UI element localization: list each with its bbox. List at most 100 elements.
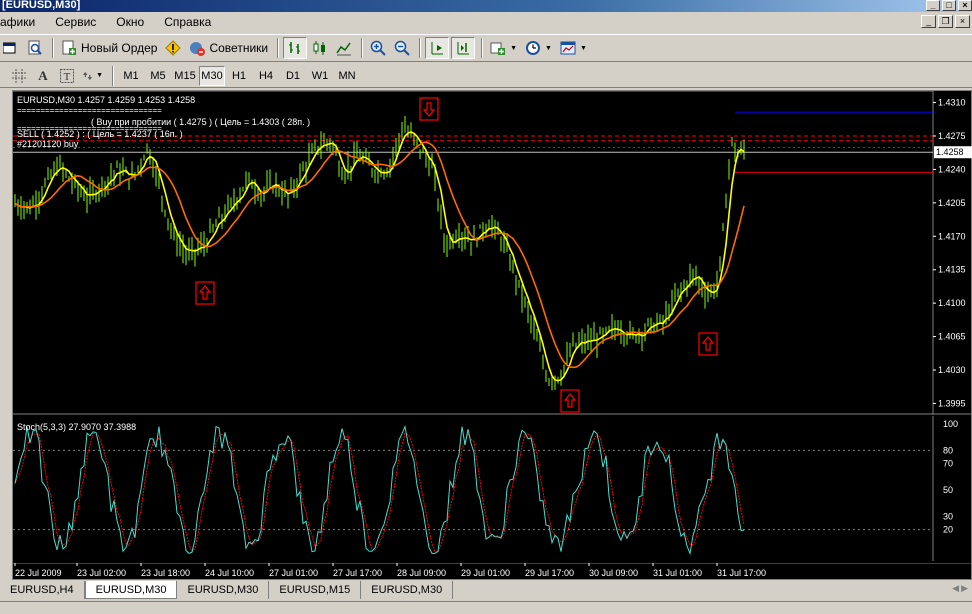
timeframe-h4-button[interactable]: H4 — [253, 66, 279, 86]
mdi-close-button[interactable]: × — [955, 15, 970, 28]
close-button[interactable]: × — [958, 0, 972, 11]
horizontal-line-button[interactable] — [8, 65, 30, 87]
line-chart-button[interactable] — [333, 37, 355, 59]
zoom-out-button[interactable] — [391, 37, 413, 59]
timeframe-mn-button[interactable]: MN — [334, 66, 360, 86]
mdi-minimize-button[interactable]: _ — [921, 15, 936, 28]
metaeditor-button[interactable] — [162, 37, 184, 59]
date-tick-label: 29 Jul 17:00 — [525, 568, 574, 578]
toolbar-separator — [277, 38, 280, 58]
tab-scroll-right-icon[interactable]: ▶ — [961, 583, 968, 594]
svg-text:T: T — [64, 71, 71, 83]
chart-tab[interactable]: EURUSD,M30 — [177, 581, 270, 599]
bar-chart-button[interactable] — [283, 37, 308, 59]
window-title: [EURUSD,M30] — [2, 0, 81, 11]
date-tick-label: 28 Jul 09:00 — [397, 568, 446, 578]
chart-shift-icon — [457, 42, 470, 55]
minimize-button[interactable]: _ — [926, 0, 940, 11]
window-icon — [3, 42, 16, 54]
info-divider-top: =============================== — [17, 106, 162, 115]
menu-help[interactable]: Справка — [154, 12, 221, 32]
zoom-in-button[interactable] — [367, 37, 389, 59]
periodicity-toolbar: A T ▼ M1 M5 M15 M30 H1 H4 D1 W1 MN — [0, 64, 972, 88]
standard-toolbar: Новый Ордер Советники ▼ ▼ ▼ — [0, 34, 972, 62]
timeframe-d1-button[interactable]: D1 — [280, 66, 306, 86]
clock-icon — [526, 41, 541, 55]
chart-tab[interactable]: EURUSD,M30 — [361, 581, 454, 599]
zoom-out-icon — [394, 40, 410, 56]
chevron-down-icon: ▼ — [510, 44, 518, 52]
timeframe-m30-button[interactable]: M30 — [199, 65, 225, 86]
date-tick-label: 22 Jul 2009 — [15, 568, 62, 578]
chevron-down-icon: ▼ — [579, 44, 587, 52]
chart-tabs: EURUSD,H4 EURUSD,M30 EURUSD,M30 EURUSD,M15 E… — [0, 581, 972, 601]
timeframe-w1-button[interactable]: W1 — [307, 66, 333, 86]
stochastic-scale-label: 50 — [943, 485, 953, 495]
buy-arrow-icon — [195, 281, 215, 305]
mdi-restore-button[interactable]: ❐ — [938, 15, 953, 28]
text-button[interactable]: A — [32, 65, 54, 87]
toolbar-separator — [52, 38, 54, 58]
sell-target-text: SELL ( 1.4252 ) : ( Цель = 1.4237 ( 16п.… — [17, 129, 183, 139]
stochastic-main-line — [14, 424, 745, 556]
date-tick-label: 24 Jul 10:00 — [205, 568, 254, 578]
new-order-button[interactable]: Новый Ордер — [58, 37, 160, 59]
tab-scroll: ◀ ▶ — [952, 583, 968, 594]
expert-advisors-button[interactable]: Советники — [186, 37, 271, 59]
price-tick-label: 1.4275 — [938, 131, 966, 141]
profiles-button[interactable] — [0, 37, 22, 59]
chart-tab[interactable]: EURUSD,M15 — [269, 581, 362, 599]
tab-scroll-left-icon[interactable]: ◀ — [952, 583, 959, 594]
stochastic-label: Stoch(5,3,3) 27.9070 37.3988 — [17, 422, 136, 432]
text-label-button[interactable]: T — [56, 65, 78, 87]
date-tick-label: 27 Jul 01:00 — [269, 568, 318, 578]
text-label-icon: T — [60, 68, 74, 83]
timeframe-m15-button[interactable]: M15 — [172, 66, 198, 86]
chart-window[interactable]: 1.4310 1.4275 1.4258 1.4240 1.4205 1.4170 1.41… — [12, 90, 972, 580]
timeframe-h1-button[interactable]: H1 — [226, 66, 252, 86]
stochastic-scale-label: 20 — [943, 525, 953, 535]
chart-shift-button[interactable] — [451, 37, 476, 59]
zoom-in-icon — [370, 40, 386, 56]
arrows-button[interactable]: ▼ — [80, 65, 106, 87]
toolbar-separator — [361, 38, 364, 58]
candlestick-button[interactable] — [309, 37, 331, 59]
toolbar-separator — [419, 38, 422, 58]
timeframe-m1-button[interactable]: M1 — [118, 66, 144, 86]
bar-chart-icon — [289, 42, 301, 54]
date-tick-label: 23 Jul 02:00 — [77, 568, 126, 578]
date-tick-label: 23 Jul 18:00 — [141, 568, 190, 578]
periods-button[interactable]: ▼ — [522, 37, 555, 59]
date-axis: 22 Jul 2009 23 Jul 02:00 23 Jul 18:00 24 Ju… — [13, 563, 972, 578]
chart-tab[interactable]: EURUSD,M30 — [84, 581, 178, 599]
price-chart[interactable]: 1.4310 1.4275 1.4258 1.4240 1.4205 1.4170 1.41… — [13, 91, 972, 415]
timeframe-group: M1 M5 M15 M30 H1 H4 D1 W1 MN — [118, 65, 361, 86]
templates-button[interactable]: ▼ — [557, 37, 590, 59]
advisors-icon — [190, 42, 206, 56]
date-tick-label: 31 Jul 17:00 — [717, 568, 766, 578]
chevron-down-icon: ▼ — [545, 44, 552, 52]
chevron-down-icon: ▼ — [96, 72, 103, 79]
templates-icon — [560, 41, 576, 55]
indicators-icon — [490, 42, 506, 55]
price-tick-label: 1.4310 — [938, 98, 966, 108]
date-tick-label: 30 Jul 09:00 — [589, 568, 638, 578]
navigator-button[interactable] — [24, 37, 46, 59]
maximize-button[interactable]: □ — [942, 0, 956, 11]
new-order-label: Новый Ордер — [81, 41, 158, 55]
menu-bar: афики Сервис Окно Справка _ ❐ × — [0, 12, 972, 32]
stochastic-chart[interactable]: 100 80 70 50 30 20 Stoch(5,3,3) 27.9070 37.39… — [13, 416, 972, 561]
autoscroll-button[interactable] — [425, 37, 450, 59]
grid-lines-icon — [12, 68, 26, 83]
timeframe-m5-button[interactable]: M5 — [145, 66, 171, 86]
date-tick-label: 29 Jul 01:00 — [461, 568, 510, 578]
line-chart-icon — [336, 42, 352, 56]
magnifier-document-icon — [28, 40, 42, 55]
menu-tools[interactable]: Сервис — [45, 12, 106, 32]
indicators-button[interactable]: ▼ — [487, 37, 520, 59]
order-ticket-text: #21201120 buy — [17, 139, 79, 149]
price-tick-label: 1.4170 — [938, 231, 966, 241]
chart-tab[interactable]: EURUSD,H4 — [0, 581, 85, 599]
menu-charts[interactable]: афики — [0, 12, 45, 32]
menu-window[interactable]: Окно — [106, 12, 154, 32]
